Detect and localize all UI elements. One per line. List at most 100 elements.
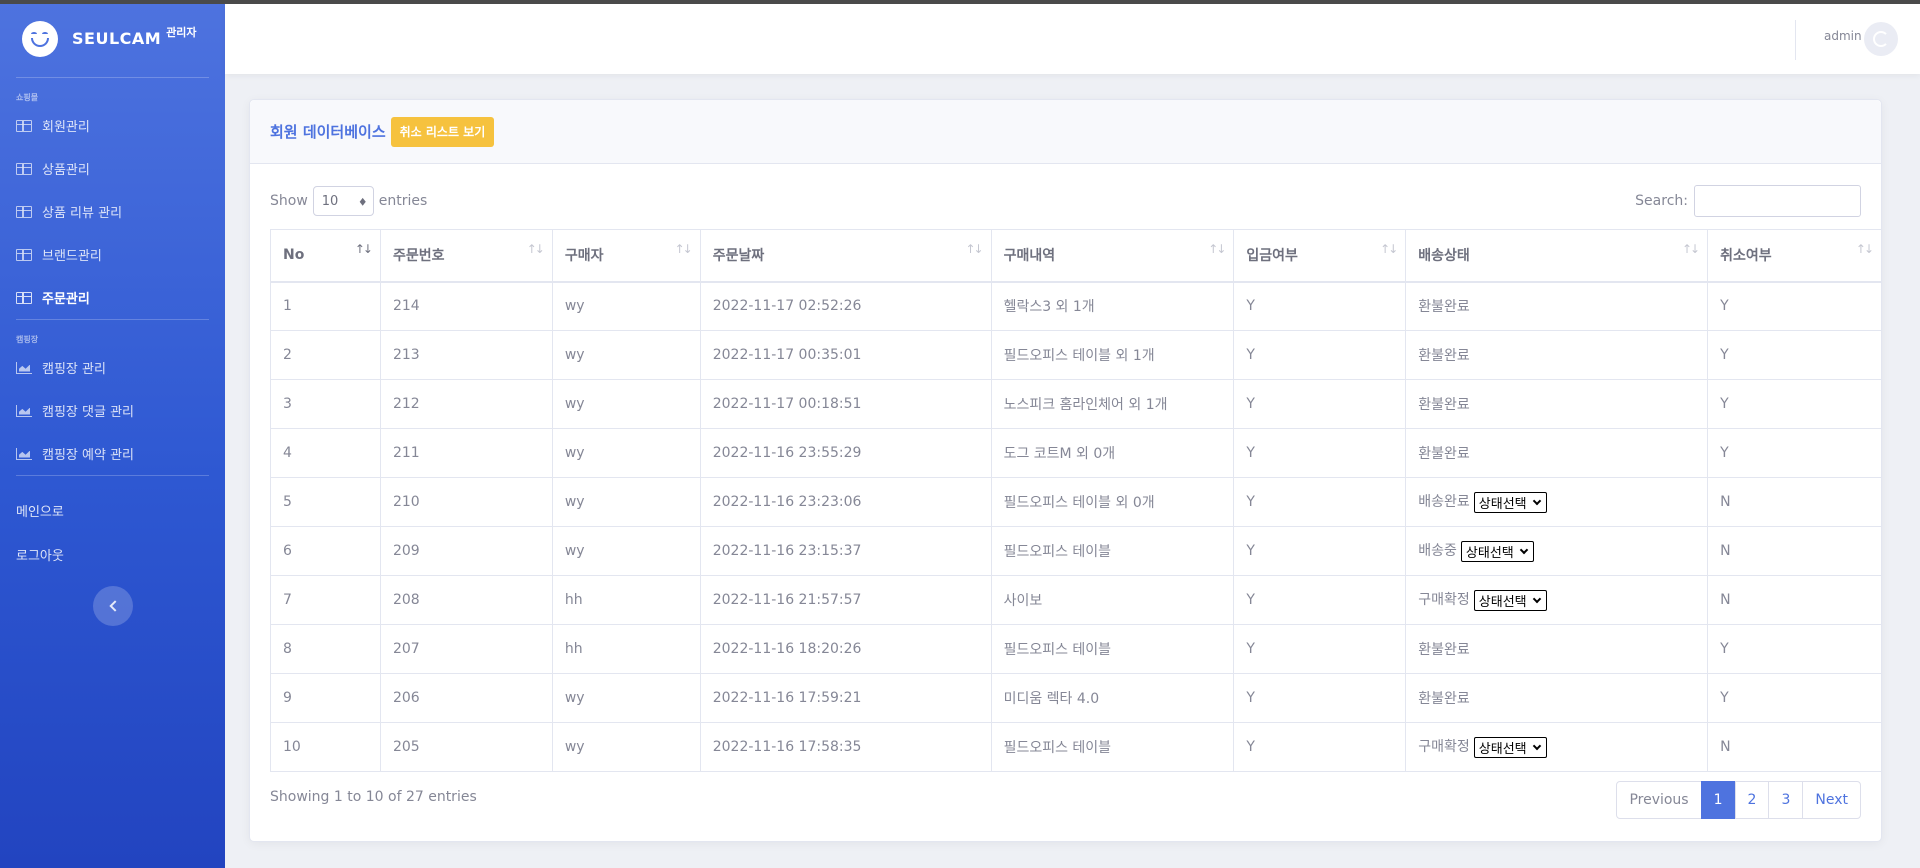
sidebar-item-label: 상품 리뷰 관리 [42, 206, 123, 221]
table-cell-no: 3 [270, 379, 381, 429]
sidebar-link-main[interactable]: 메인으로 [0, 488, 225, 532]
pagination-page-1[interactable]: 1 [1700, 781, 1736, 819]
status-select-label: 상태선택 [1478, 594, 1527, 610]
sort-icon: ↑↓ [1380, 242, 1398, 256]
cell-value: Y [1720, 690, 1729, 706]
column-header[interactable]: No ↑↓ [270, 229, 381, 283]
table-cell-cancel: Y [1707, 379, 1882, 429]
column-header[interactable]: 주문번호 ↑↓ [379, 229, 553, 283]
cell-value: 2022-11-16 23:55:29 [712, 445, 862, 461]
sidebar-item-brands[interactable]: 브랜드관리 [0, 233, 225, 276]
table-cell-buyer: wy [551, 428, 701, 478]
table-cell-no: 10 [270, 722, 381, 772]
sidebar-item-orders[interactable]: 주문관리 [0, 276, 225, 319]
cell-value: 사이보 [1003, 593, 1043, 609]
cell-value: Y [1720, 396, 1729, 412]
search-input[interactable] [1694, 185, 1861, 217]
table-cell-date: 2022-11-16 18:20:26 [699, 624, 992, 674]
table-cell-cancel: N [1707, 575, 1882, 625]
cell-value: 2022-11-16 18:20:26 [712, 641, 862, 657]
cell-value: 206 [392, 690, 420, 706]
cell-value: Y [1720, 347, 1729, 363]
cell-value: 2022-11-17 02:52:26 [712, 298, 862, 315]
pagination-next[interactable]: Next [1802, 781, 1861, 819]
sidebar-link-logout[interactable]: 로그아웃 [0, 532, 225, 576]
cell-value: N [1720, 543, 1731, 559]
status-select-label: 상태선택 [1465, 545, 1514, 561]
user-name[interactable]: admin [1824, 29, 1862, 43]
table-cell-no: 2 [270, 330, 381, 380]
table-cell-no: 9 [270, 673, 381, 723]
table-row: 2 213 wy 2022-11-17 00:35:01 필드오피스 테이블 외 1개 Y… [270, 330, 1882, 380]
column-header-label: 입금여부 [1246, 248, 1298, 265]
table-cell-ship: 구매확정 상태선택 [1405, 575, 1709, 625]
table-cell-ship: 환불완료 [1405, 428, 1709, 478]
sidebar-item-products[interactable]: 상품관리 [0, 147, 225, 190]
cell-value: 환불완료 [1418, 397, 1470, 413]
search-control: Search: [1635, 185, 1861, 217]
status-select[interactable]: 상태선택 [1460, 540, 1534, 562]
cell-value: wy [564, 396, 585, 412]
cell-value: 6 [283, 543, 292, 559]
table-cell-ship: 환불완료 [1405, 379, 1709, 429]
table-cell-date: 2022-11-17 02:52:26 [699, 281, 992, 331]
cell-value: 환불완료 [1418, 642, 1470, 658]
table-cell-paid: Y [1233, 526, 1407, 576]
table-cell-paid: Y [1233, 281, 1407, 331]
pagination-page-2[interactable]: 2 [1734, 781, 1770, 819]
sidebar-item-product-reviews[interactable]: 상품 리뷰 관리 [0, 190, 225, 233]
cell-value: 1 [283, 298, 292, 315]
table-cell-paid: Y [1233, 624, 1407, 674]
table-cell-items: 필드오피스 테이블 [990, 722, 1235, 772]
column-header[interactable]: 구매내역 ↑↓ [990, 229, 1235, 283]
cancel-list-button[interactable]: 취소 리스트 보기 [390, 116, 495, 147]
table-cell-buyer: wy [551, 722, 701, 772]
sidebar-toggle-button[interactable] [92, 586, 133, 626]
column-header-label: 구매자 [564, 248, 604, 265]
table-body: 1 214 wy 2022-11-17 02:52:26 헬락스3 외 1개 Y 환불완료 Y… [270, 281, 1882, 772]
table-cell-order: 205 [379, 722, 553, 772]
table-cell-ship: 환불완료 [1405, 624, 1709, 674]
status-select[interactable]: 상태선택 [1473, 589, 1547, 611]
cell-value: 205 [392, 739, 420, 755]
entries-select[interactable]: 10 [312, 186, 374, 216]
sidebar-item-campsites[interactable]: 캠핑장 관리 [0, 346, 225, 389]
table-cell-buyer: hh [551, 575, 701, 625]
table-cell-paid: Y [1233, 722, 1407, 772]
column-header[interactable]: 입금여부 ↑↓ [1233, 229, 1407, 283]
table-cell-items: 필드오피스 테이블 외 1개 [990, 330, 1235, 380]
cell-value: 미디움 렉타 4.0 [1003, 691, 1100, 707]
pagination-page-3[interactable]: 3 [1768, 781, 1804, 819]
brand[interactable]: SEULCAM 관리자 [0, 0, 225, 77]
sort-icon: ↑↓ [1208, 242, 1226, 256]
cell-value: wy [564, 347, 585, 363]
column-header-label: 주문날짜 [712, 248, 765, 265]
cell-value: 환불완료 [1418, 348, 1470, 364]
column-header[interactable]: 주문날짜 ↑↓ [699, 229, 992, 283]
status-select-label: 상태선택 [1478, 496, 1527, 512]
table-cell-order: 211 [379, 428, 553, 478]
cell-value: 필드오피스 테이블 [1003, 544, 1112, 560]
table-cell-buyer: wy [551, 281, 701, 331]
avatar[interactable] [1864, 22, 1898, 56]
sidebar-item-campsite-comments[interactable]: 캠핑장 댓글 관리 [0, 389, 225, 432]
cell-value: 2022-11-16 23:15:37 [712, 543, 862, 559]
column-header[interactable]: 배송상태 ↑↓ [1405, 229, 1709, 283]
sidebar-item-campsite-reservations[interactable]: 캠핑장 예약 관리 [0, 432, 225, 475]
column-header[interactable]: 취소여부 ↑↓ [1707, 229, 1882, 283]
sidebar-item-members[interactable]: 회원관리 [0, 104, 225, 147]
pagination-previous[interactable]: Previous [1616, 781, 1702, 819]
table-cell-date: 2022-11-16 21:57:57 [699, 575, 992, 625]
status-select[interactable]: 상태선택 [1473, 491, 1547, 513]
column-header[interactable]: 구매자 ↑↓ [551, 229, 701, 283]
sidebar-item-label: 브랜드관리 [42, 249, 102, 264]
sidebar: SEULCAM 관리자 쇼핑몰 회원관리 상품관리 상품 리뷰 관리 브랜드관리… [0, 0, 225, 868]
chevron-down-icon [1532, 496, 1541, 505]
status-select[interactable]: 상태선택 [1473, 736, 1547, 758]
window-top-border [0, 0, 1920, 4]
table-cell-date: 2022-11-16 23:23:06 [699, 477, 992, 527]
table-cell-no: 7 [270, 575, 381, 625]
sidebar-item-label: 캠핑장 관리 [42, 362, 106, 377]
table-cell-paid: Y [1233, 428, 1407, 478]
table-icon [16, 205, 32, 218]
